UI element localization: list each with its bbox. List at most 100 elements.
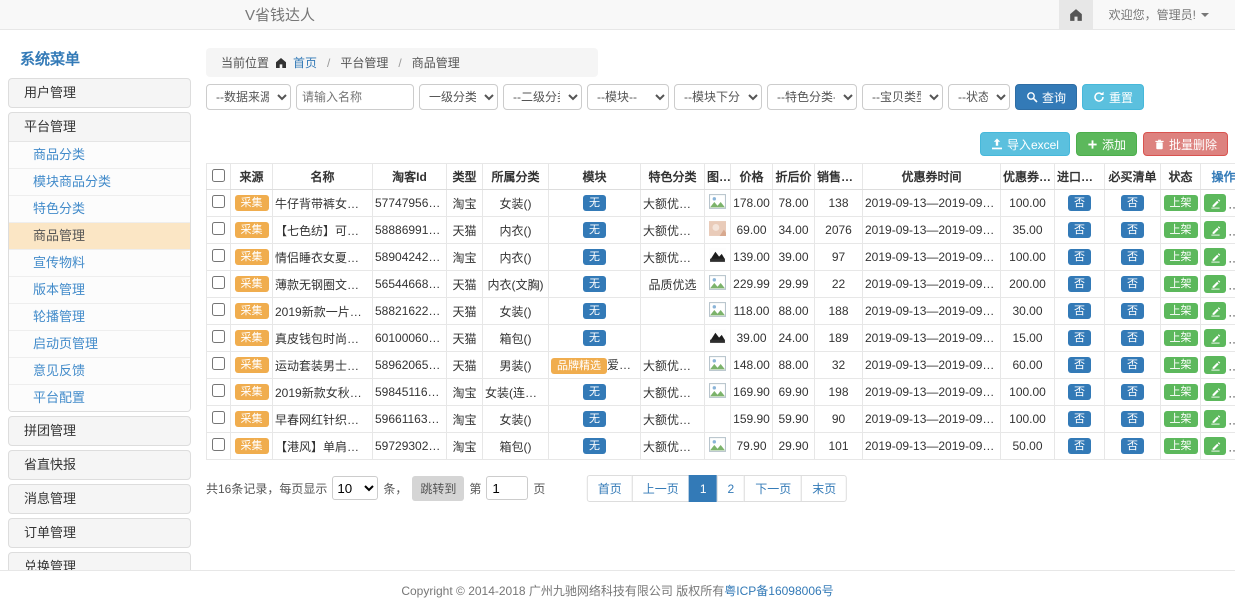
sidebar-item-user-management[interactable]: 用户管理 xyxy=(9,79,190,107)
coupon-time-cell: 2019-09-13—2019-09-19 xyxy=(863,298,1001,325)
column-header: 模块 xyxy=(549,164,641,190)
first-page-button[interactable]: 首页 xyxy=(587,475,633,502)
price-cell: 69.00 xyxy=(731,217,773,244)
jump-to-button[interactable]: 跳转到 xyxy=(412,476,464,501)
must-buy-badge: 否 xyxy=(1121,222,1144,238)
breadcrumb-home-link[interactable]: 首页 xyxy=(293,54,317,71)
data-source-filter[interactable]: --数据来源-- xyxy=(206,84,291,110)
sidebar-item-platform-config[interactable]: 平台配置 xyxy=(9,385,190,411)
name-search-input[interactable] xyxy=(296,84,414,110)
last-page-button[interactable]: 末页 xyxy=(801,475,847,502)
import-excel-button[interactable]: 导入excel xyxy=(980,132,1070,156)
jump-page-input[interactable] xyxy=(486,476,528,500)
home-nav-button[interactable] xyxy=(1059,0,1093,29)
item-type-filter[interactable]: --宝贝类型-- xyxy=(862,84,943,110)
sidebar-item-product-category[interactable]: 商品分类 xyxy=(9,142,190,169)
filter-bar: --数据来源-- 一级分类--二级分类----模块----模块下分类----特色分… xyxy=(206,84,1228,110)
page-footer: Copyright © 2014-2018 广州九驰网络科技有限公司 版权所有粤… xyxy=(0,570,1235,600)
sales-cell: 198 xyxy=(815,379,863,406)
row-checkbox[interactable] xyxy=(212,303,225,316)
sidebar-item-splash-page-management[interactable]: 启动页管理 xyxy=(9,331,190,358)
sidebar-item-module-product-category[interactable]: 模块商品分类 xyxy=(9,169,190,196)
must-buy-cell: 否 xyxy=(1105,271,1161,298)
sidebar-item-promo-materials[interactable]: 宣传物料 xyxy=(9,250,190,277)
icon-cell xyxy=(705,190,731,217)
row-checkbox[interactable] xyxy=(212,357,225,370)
page-1-button[interactable]: 1 xyxy=(689,475,718,502)
edit-button[interactable] xyxy=(1204,329,1226,347)
coupon-amount-cell: 100.00 xyxy=(1001,244,1055,271)
sales-cell: 90 xyxy=(815,406,863,433)
taoke-id-cell: 589042420344 xyxy=(373,244,447,271)
module-badge: 无 xyxy=(583,222,606,238)
sidebar-item-express-report[interactable]: 省直快报 xyxy=(9,451,190,479)
prev-page-button[interactable]: 上一页 xyxy=(632,475,690,502)
module-badge: 品牌精选 xyxy=(551,358,607,374)
sidebar-item-feedback[interactable]: 意见反馈 xyxy=(9,358,190,385)
edit-button[interactable] xyxy=(1204,248,1226,266)
column-header xyxy=(207,164,231,190)
icon-cell xyxy=(705,298,731,325)
must-buy-badge: 否 xyxy=(1121,303,1144,319)
edit-button[interactable] xyxy=(1204,194,1226,212)
edit-button[interactable] xyxy=(1204,356,1226,374)
user-menu[interactable]: 欢迎您，管理员! xyxy=(1093,6,1235,23)
row-checkbox[interactable] xyxy=(212,195,225,208)
feature-category-filter[interactable]: --特色分类-- xyxy=(767,84,857,110)
module-subcategory-filter[interactable]: --模块下分类-- xyxy=(674,84,762,110)
price-cell: 159.90 xyxy=(731,406,773,433)
source-cell: 采集 xyxy=(231,433,273,460)
edit-button[interactable] xyxy=(1204,383,1226,401)
edit-button[interactable] xyxy=(1204,437,1226,455)
refresh-icon xyxy=(1093,91,1105,103)
row-checkbox[interactable] xyxy=(212,249,225,262)
page-2-button[interactable]: 2 xyxy=(717,475,746,502)
icp-link[interactable]: 粤ICP备16098006号 xyxy=(724,584,833,598)
sales-cell: 101 xyxy=(815,433,863,460)
actions-cell xyxy=(1201,406,1235,433)
discount-price-cell: 78.00 xyxy=(773,190,815,217)
row-checkbox[interactable] xyxy=(212,384,225,397)
row-checkbox[interactable] xyxy=(212,330,225,343)
status-badge: 上架 xyxy=(1164,357,1198,373)
sidebar-item-carousel-management[interactable]: 轮播管理 xyxy=(9,304,190,331)
primary-category-filter[interactable]: 一级分类 xyxy=(419,84,498,110)
edit-button[interactable] xyxy=(1204,302,1226,320)
type-cell: 天猫 xyxy=(447,298,483,325)
row-checkbox[interactable] xyxy=(212,276,225,289)
batch-delete-button[interactable]: 批量删除 xyxy=(1143,132,1228,156)
add-button[interactable]: 添加 xyxy=(1076,132,1137,156)
must-buy-cell: 否 xyxy=(1105,244,1161,271)
status-filter[interactable]: --状态-- xyxy=(948,84,1010,110)
edit-button[interactable] xyxy=(1204,275,1226,293)
secondary-category-filter[interactable]: --二级分类-- xyxy=(503,84,582,110)
row-checkbox[interactable] xyxy=(212,411,225,424)
row-checkbox[interactable] xyxy=(212,438,225,451)
sidebar-item-message-management[interactable]: 消息管理 xyxy=(9,485,190,513)
actions-cell xyxy=(1201,379,1235,406)
search-button[interactable]: 查询 xyxy=(1015,84,1077,110)
source-badge: 采集 xyxy=(235,330,269,346)
select-all-checkbox[interactable] xyxy=(212,169,225,182)
edit-icon xyxy=(1210,414,1221,425)
reset-button-label: 重置 xyxy=(1109,89,1133,106)
sidebar-item-product-management[interactable]: 商品管理 xyxy=(9,223,190,250)
column-header: 操作 xyxy=(1201,164,1235,190)
coupon-amount-cell: 100.00 xyxy=(1001,379,1055,406)
sidebar-item-order-management[interactable]: 订单管理 xyxy=(9,519,190,547)
next-page-button[interactable]: 下一页 xyxy=(744,475,802,502)
per-page-select[interactable]: 10 xyxy=(332,476,378,500)
discount-price-cell: 88.00 xyxy=(773,352,815,379)
sidebar-item-feature-category[interactable]: 特色分类 xyxy=(9,196,190,223)
source-cell: 采集 xyxy=(231,352,273,379)
edit-button[interactable] xyxy=(1204,221,1226,239)
sidebar-item-group-buy-management[interactable]: 拼团管理 xyxy=(9,417,190,445)
status-cell: 上架 xyxy=(1161,325,1201,352)
sidebar-item-version-management[interactable]: 版本管理 xyxy=(9,277,190,304)
edit-button[interactable] xyxy=(1204,410,1226,428)
reset-button[interactable]: 重置 xyxy=(1082,84,1144,110)
sidebar-item-platform-management[interactable]: 平台管理 xyxy=(9,113,190,141)
row-checkbox[interactable] xyxy=(212,222,225,235)
module-filter[interactable]: --模块-- xyxy=(587,84,669,110)
source-badge: 采集 xyxy=(235,222,269,238)
